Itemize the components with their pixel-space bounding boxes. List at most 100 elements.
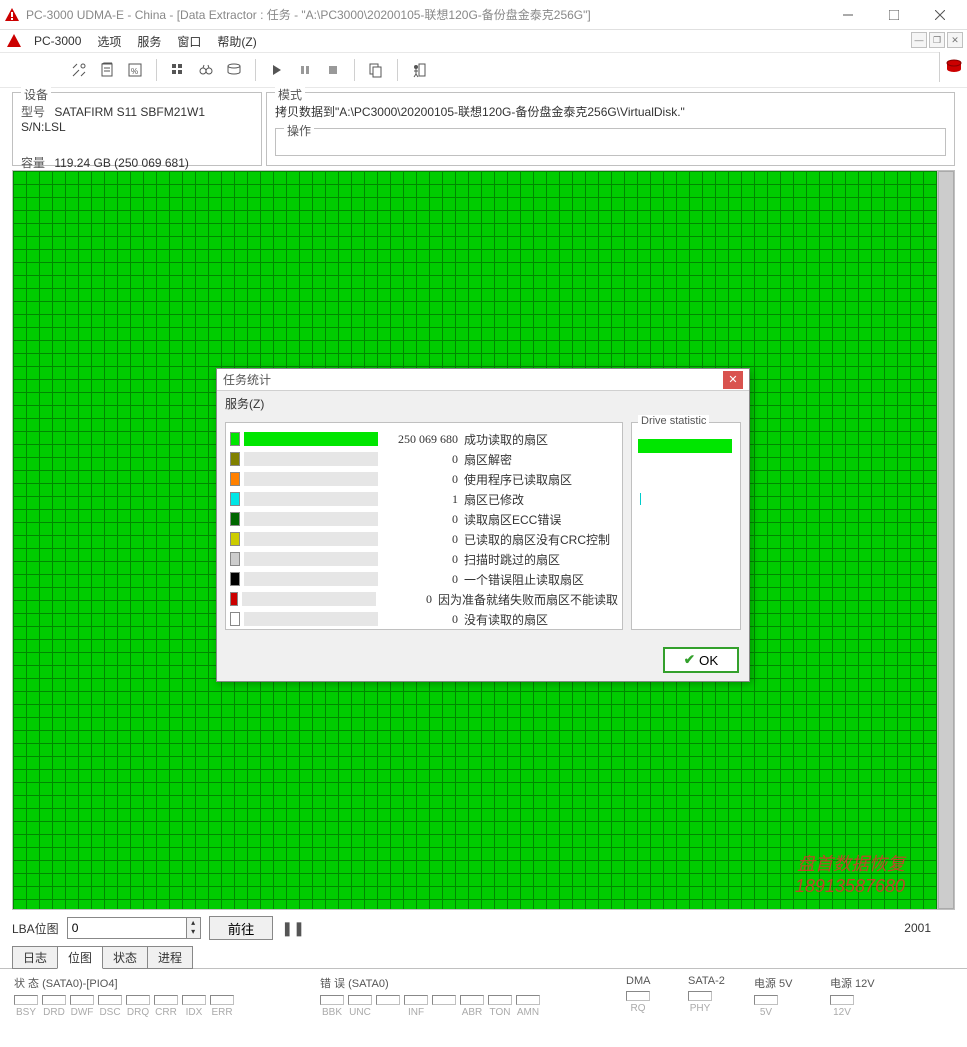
tb-copy-icon[interactable] (363, 57, 389, 83)
menu-services[interactable]: 服务 (129, 31, 169, 52)
app-icon (4, 7, 20, 23)
status-group-sata2: SATA-2 PHY (682, 973, 742, 1022)
right-tool-strip (939, 52, 967, 82)
mode-panel: 模式 拷贝数据到"A:\PC3000\20200105-联想120G-备份盘金泰… (266, 92, 955, 166)
disk-red-icon[interactable] (944, 57, 964, 77)
led-item: AMN (516, 995, 540, 1018)
menu-window[interactable]: 窗口 (169, 31, 209, 52)
led-box (376, 995, 400, 1005)
stat-bar (244, 612, 378, 626)
stat-swatch (230, 512, 240, 526)
menu-options[interactable]: 选项 (89, 31, 129, 52)
tb-report-icon[interactable] (94, 57, 120, 83)
led-box (320, 995, 344, 1005)
stat-label: 一个错误阻止读取扇区 (464, 571, 584, 588)
menubar: PC-3000 选项 服务 窗口 帮助(Z) — ❐ ✕ (0, 30, 967, 52)
toolbar-separator (354, 59, 355, 81)
stat-bar (244, 572, 378, 586)
stat-bar (242, 592, 376, 606)
stat-row: 0因为准备就绪失败而扇区不能读取 (230, 589, 618, 609)
stat-count: 0 (382, 572, 458, 587)
stat-row: 0读取扇区ECC错误 (230, 509, 618, 529)
stat-bar (244, 432, 378, 446)
led-item: INF (404, 995, 428, 1018)
window-minimize-button[interactable] (825, 0, 871, 30)
led-box (14, 995, 38, 1005)
led-box (182, 995, 206, 1005)
goto-button[interactable]: 前往 (209, 916, 274, 940)
led-box (460, 995, 484, 1005)
stat-bar (244, 492, 378, 506)
tab-log[interactable]: 日志 (12, 946, 58, 969)
stat-label: 因为准备就绪失败而扇区不能读取 (438, 591, 618, 608)
led-box (488, 995, 512, 1005)
led-item: ABR (460, 995, 484, 1018)
stat-bar (244, 452, 378, 466)
stat-row: 0扇区解密 (230, 449, 618, 469)
dialog-title-text: 任务统计 (223, 371, 723, 388)
stat-label: 使用程序已读取扇区 (464, 471, 572, 488)
led-item: ERR (210, 995, 234, 1018)
tb-pause-icon[interactable] (292, 57, 318, 83)
led-box (154, 995, 178, 1005)
svg-text:%: % (131, 67, 138, 76)
brand-label: PC-3000 (26, 32, 89, 50)
window-maximize-button[interactable] (871, 0, 917, 30)
stat-bar (244, 472, 378, 486)
lba-label: LBA位图 (12, 920, 59, 937)
map-scrollbar[interactable] (937, 171, 954, 909)
check-icon: ✔ (684, 652, 695, 668)
stat-label: 扇区已修改 (464, 491, 524, 508)
led-box (626, 991, 650, 1001)
lba-pause-icon[interactable]: ❚❚ (281, 920, 304, 937)
dialog-menu-services[interactable]: 服务(Z) (217, 391, 749, 416)
tb-tools-icon[interactable] (66, 57, 92, 83)
dialog-ok-button[interactable]: ✔OK (663, 647, 739, 673)
stat-swatch (230, 532, 240, 546)
tb-binoculars-icon[interactable] (193, 57, 219, 83)
tab-process[interactable]: 进程 (147, 946, 193, 969)
stat-row: 0扫描时跳过的扇区 (230, 549, 618, 569)
stat-row: 1 扇区已修改 (230, 489, 618, 509)
tb-stop-icon[interactable] (320, 57, 346, 83)
stats-panel: 250 069 680成功读取的扇区0扇区解密0使用程序已读取扇区1扇区已修改0… (225, 422, 623, 630)
dialog-titlebar[interactable]: 任务统计 ✕ (217, 369, 749, 391)
led-item: 5V (754, 995, 778, 1018)
stat-count: 0 (382, 452, 458, 467)
dialog-close-button[interactable]: ✕ (723, 371, 743, 389)
drive-tick (640, 493, 641, 505)
mdi-minimize-button[interactable]: — (911, 32, 927, 48)
stat-label: 扫描时跳过的扇区 (464, 551, 560, 568)
mdi-close-button[interactable]: ✕ (947, 32, 963, 48)
led-item (376, 995, 400, 1018)
tb-percent-icon[interactable]: % (122, 57, 148, 83)
lba-input[interactable] (67, 917, 187, 939)
tb-play-icon[interactable] (264, 57, 290, 83)
menu-help[interactable]: 帮助(Z) (209, 31, 264, 52)
stat-swatch (230, 612, 240, 626)
tab-bitmap[interactable]: 位图 (57, 946, 103, 969)
tab-status[interactable]: 状态 (102, 946, 148, 969)
lba-spinner[interactable]: ▴▾ (187, 917, 201, 939)
status-group-state: 状 态 (SATA0)-[PIO4] BSYDRDDWFDSCDRQCRRIDX… (8, 973, 308, 1022)
led-item: PHY (688, 991, 712, 1014)
tb-disk-icon[interactable] (221, 57, 247, 83)
tb-map-icon[interactable] (165, 57, 191, 83)
mode-text: 拷贝数据到"A:\PC3000\20200105-联想120G-备份盘金泰克25… (275, 103, 946, 120)
led-item: DRD (42, 995, 66, 1018)
stat-count: 1 (382, 492, 458, 507)
tb-exit-icon[interactable] (406, 57, 432, 83)
led-box (516, 995, 540, 1005)
stat-row: 0 一个错误阻止读取扇区 (230, 569, 618, 589)
led-box (42, 995, 66, 1005)
stat-swatch (230, 432, 240, 446)
status-group-pwr12: 电源 12V 12V (824, 973, 894, 1022)
window-titlebar: PC-3000 UDMA-E - China - [Data Extractor… (0, 0, 967, 30)
stat-row: 250 069 680 成功读取的扇区 (230, 429, 618, 449)
led-box (830, 995, 854, 1005)
mdi-restore-button[interactable]: ❐ (929, 32, 945, 48)
stat-count: 250 069 680 (382, 432, 458, 447)
window-close-button[interactable] (917, 0, 963, 30)
status-group-dma: DMA RQ (620, 973, 676, 1022)
stat-label: 成功读取的扇区 (464, 431, 548, 448)
